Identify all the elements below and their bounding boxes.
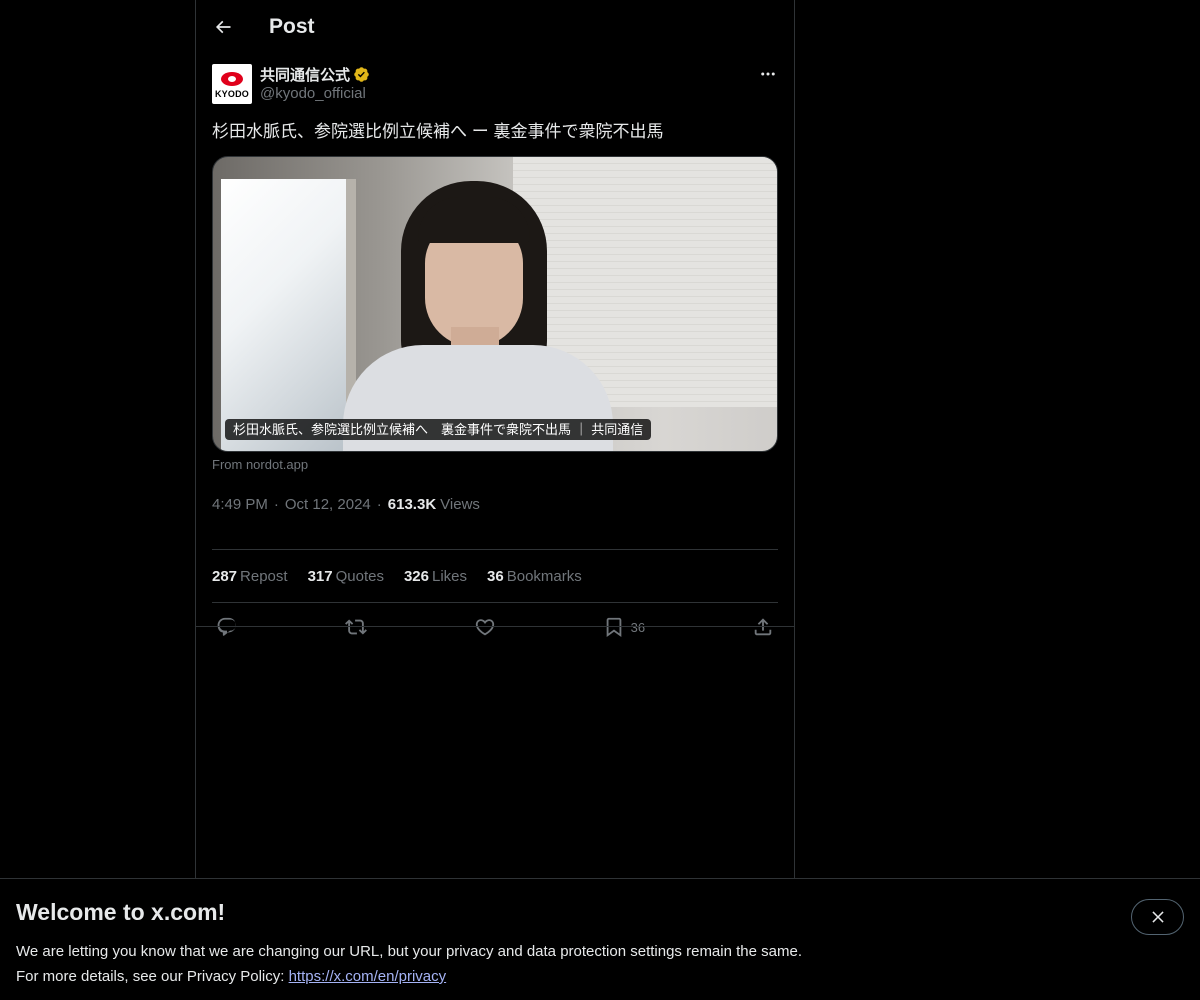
avatar[interactable]: KYODO (212, 64, 252, 104)
kyodo-logo-mark (221, 71, 243, 86)
author-row: KYODO 共同通信公式 @kyodo_official (212, 64, 778, 106)
post-column: Post KYODO 共同通信公式 @kyodo_official 杉田水脈氏、… (195, 0, 795, 878)
post-divider (195, 626, 795, 627)
likes-stat[interactable]: 326 Likes (404, 568, 467, 585)
top-bar: Post (196, 0, 794, 54)
name-row: 共同通信公式 (260, 64, 370, 84)
banner-line-2-prefix: For more details, see our Privacy Policy… (16, 968, 289, 985)
action-bar: 36 (212, 603, 778, 651)
reposts-stat[interactable]: 287 Repost (212, 568, 288, 585)
banner-line-2: For more details, see our Privacy Policy… (16, 964, 1184, 989)
welcome-banner: Welcome to x.com! We are letting you kno… (0, 878, 1200, 1000)
link-source[interactable]: From nordot.app (212, 457, 778, 472)
back-button[interactable] (197, 0, 249, 54)
repost-button[interactable] (344, 616, 367, 638)
verified-badge-icon (354, 66, 369, 82)
meta-separator: · (376, 496, 382, 513)
post-date[interactable]: Oct 12, 2024 (285, 496, 371, 513)
image-window (221, 179, 356, 451)
close-banner-button[interactable] (1131, 899, 1184, 935)
post-meta: 4:49 PM · Oct 12, 2024 · 613.3K Views (212, 490, 778, 550)
reply-icon (217, 617, 237, 636)
link-card-caption: 杉田水脈氏、参院選比例立候補へ 裏金事件で衆院不出馬 ｜ 共同通信 (225, 419, 652, 440)
author-text: 共同通信公式 @kyodo_official (260, 64, 370, 102)
views-count: 613.3K (387, 496, 437, 513)
page-title: Post (269, 15, 315, 38)
post-time[interactable]: 4:49 PM (212, 496, 268, 513)
post: KYODO 共同通信公式 @kyodo_official 杉田水脈氏、参院選比例… (196, 64, 794, 651)
banner-title: Welcome to x.com! (16, 899, 226, 925)
post-text: 杉田水脈氏、参院選比例立候補へ ー 裏金事件で衆院不出馬 (212, 122, 664, 141)
share-icon (754, 618, 772, 636)
arrow-left-icon (215, 20, 231, 34)
close-icon (1151, 911, 1164, 923)
bookmark-icon (606, 617, 621, 638)
link-card-image[interactable]: 杉田水脈氏、参院選比例立候補へ 裏金事件で衆院不出馬 ｜ 共同通信 (212, 156, 778, 452)
banner-line-1: We are letting you know that we are chan… (16, 943, 802, 960)
banner-text: We are letting you know that we are chan… (16, 939, 1184, 989)
more-horizontal-icon (761, 72, 775, 76)
like-button[interactable] (474, 616, 496, 638)
avatar-logo-text: KYODO (214, 88, 249, 99)
heart-icon (475, 619, 494, 636)
meta-separator: · (273, 496, 279, 513)
views-label: Views (440, 496, 480, 513)
bookmark-count: 36 (630, 619, 646, 635)
share-button[interactable] (752, 616, 774, 638)
display-name[interactable]: 共同通信公式 (260, 64, 350, 85)
more-button[interactable] (758, 64, 778, 84)
bookmarks-stat[interactable]: 36 Bookmarks (487, 568, 582, 585)
repost-icon (344, 619, 367, 635)
reply-button[interactable] (216, 616, 238, 638)
quotes-stat[interactable]: 317 Quotes (308, 568, 384, 585)
bookmark-button[interactable]: 36 (603, 616, 645, 638)
engagement-stats: 287 Repost 317 Quotes 326 Likes 36 Bookmarks (212, 550, 778, 603)
privacy-policy-link[interactable]: https://x.com/en/privacy (289, 968, 447, 985)
author-handle[interactable]: @kyodo_official (260, 85, 370, 102)
